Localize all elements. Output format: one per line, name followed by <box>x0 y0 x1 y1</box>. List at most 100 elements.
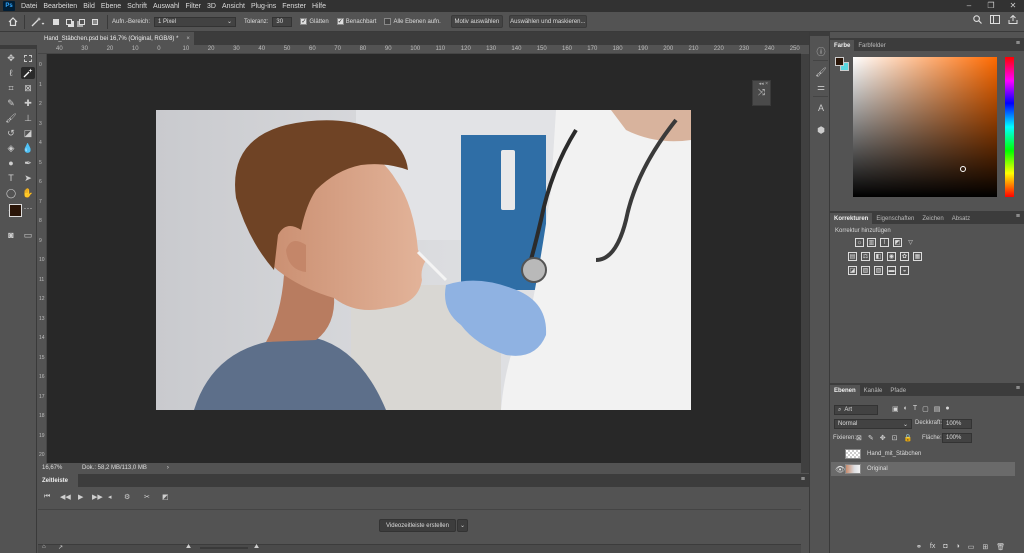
filter-adjustment-icon[interactable]: ◐ <box>904 405 908 413</box>
menu-view[interactable]: Ansicht <box>219 3 248 10</box>
zoom-in-icon[interactable]: ⛰ <box>254 544 259 551</box>
character-icon[interactable]: A <box>814 102 828 114</box>
brush-settings-icon[interactable]: 🖌 <box>814 66 828 78</box>
clone-stamp-icon[interactable]: ⊥ <box>21 112 35 124</box>
screen-mode-icon[interactable]: ▭ <box>21 229 35 241</box>
frame-icon[interactable]: ⊠ <box>21 82 35 94</box>
menu-file[interactable]: Datei <box>18 3 40 10</box>
new-layer-icon[interactable]: ⊞ <box>982 543 988 551</box>
workspace-icon[interactable] <box>990 15 1000 26</box>
color-balance-icon[interactable]: ⚖ <box>861 252 870 261</box>
next-frame-icon[interactable]: ▶▶ <box>92 493 103 501</box>
antialias-checkbox[interactable]: ✓ Glätten <box>300 18 329 25</box>
zoom-slider[interactable] <box>200 547 248 549</box>
vertical-scrollbar[interactable] <box>801 54 809 473</box>
contiguous-checkbox[interactable]: ✓ Benachbart <box>336 18 376 25</box>
prev-frame-icon[interactable]: ◀◀ <box>60 493 71 501</box>
invert-icon[interactable]: ◪ <box>848 266 857 275</box>
tab-color[interactable]: Farbe <box>830 40 855 51</box>
tab-paths[interactable]: Pfade <box>886 385 910 396</box>
type-icon[interactable]: T <box>4 172 18 184</box>
close-button[interactable]: ✕ <box>1002 0 1024 12</box>
filter-shape-icon[interactable]: ▢ <box>922 405 929 413</box>
levels-icon[interactable]: ▥ <box>867 238 876 247</box>
document-image[interactable] <box>156 110 691 410</box>
lock-pixels-icon[interactable]: ✎ <box>868 434 874 442</box>
select-subject-button[interactable]: Motiv auswählen <box>450 15 503 28</box>
panel-menu-icon[interactable]: ≡ <box>1016 40 1020 47</box>
healing-brush-icon[interactable]: ✚ <box>21 97 35 109</box>
timeline-dropdown[interactable]: ⌄ <box>457 519 468 532</box>
gradient-map-icon[interactable]: ▬ <box>887 266 896 275</box>
curves-icon[interactable]: ⌇ <box>880 238 889 247</box>
subtract-selection-icon[interactable] <box>77 15 86 28</box>
menu-filter[interactable]: Filter <box>182 3 204 10</box>
menu-select[interactable]: Auswahl <box>150 3 182 10</box>
render-icon[interactable]: ⌂ <box>42 544 46 550</box>
lock-position-icon[interactable]: ✥ <box>880 434 886 442</box>
group-icon[interactable]: ▭ <box>968 543 975 551</box>
dodge-icon[interactable]: ● <box>4 157 18 169</box>
blur-icon[interactable]: 💧 <box>21 142 35 154</box>
lasso-icon[interactable]: ℓ <box>4 67 18 79</box>
lock-artboard-icon[interactable]: ⊡ <box>892 434 898 442</box>
foreground-color-swatch[interactable] <box>9 204 22 217</box>
transition-icon[interactable]: ◩ <box>162 493 169 501</box>
layer-row[interactable]: Hand_mit_Stäbchen <box>831 447 1015 461</box>
chevron-right-icon[interactable]: › <box>167 465 169 471</box>
sample-size-select[interactable]: 1 Pixel ⌄ <box>154 16 237 27</box>
filter-smart-object-icon[interactable]: ▤ <box>934 405 941 413</box>
menu-edit[interactable]: Bearbeiten <box>40 3 80 10</box>
menu-type[interactable]: Schrift <box>124 3 150 10</box>
eyedropper-icon[interactable]: ✎ <box>4 97 18 109</box>
info-icon[interactable]: ⓘ <box>814 45 828 57</box>
hue-slider[interactable] <box>1005 57 1014 197</box>
quick-mask-icon[interactable]: ◙ <box>4 229 18 241</box>
intersect-selection-icon[interactable] <box>90 15 99 28</box>
pen-icon[interactable]: ✒ <box>21 157 35 169</box>
vibrance-icon[interactable]: ▽ <box>906 238 915 247</box>
panel-menu-icon[interactable]: ≡ <box>1016 213 1020 220</box>
eraser-icon[interactable]: ◪ <box>21 127 35 139</box>
new-selection-icon[interactable] <box>51 15 60 28</box>
tab-properties[interactable]: Eigenschaften <box>872 213 918 224</box>
marquee-icon[interactable] <box>21 52 35 64</box>
link-icon[interactable]: ⚭ <box>916 543 922 551</box>
mask-icon[interactable]: ◘ <box>943 543 947 551</box>
exposure-icon[interactable]: ◩ <box>893 238 902 247</box>
menu-help[interactable]: Hilfe <box>309 3 329 10</box>
posterize-icon[interactable]: ▨ <box>861 266 870 275</box>
tab-channels[interactable]: Kanäle <box>860 385 887 396</box>
color-lookup-icon[interactable]: ▦ <box>913 252 922 261</box>
tolerance-input[interactable]: 30 <box>272 16 293 27</box>
scissors-icon[interactable]: ✂ <box>144 493 150 501</box>
add-selection-icon[interactable] <box>64 15 73 28</box>
opacity-input[interactable]: 100% <box>942 419 972 429</box>
foreground-color-chip[interactable] <box>835 57 844 66</box>
eye-icon[interactable]: 👁 <box>835 465 845 474</box>
first-frame-icon[interactable]: ⏮ <box>44 493 50 501</box>
tab-layers[interactable]: Ebenen <box>830 385 860 396</box>
tab-paragraph[interactable]: Absatz <box>948 213 974 224</box>
fx-icon[interactable]: fx <box>930 543 935 551</box>
blend-mode-select[interactable]: Normal ⌄ <box>834 419 912 429</box>
photo-filter-icon[interactable]: ◉ <box>887 252 896 261</box>
tab-swatches[interactable]: Farbfelder <box>854 40 889 51</box>
menu-plugins[interactable]: Plug-ins <box>248 3 279 10</box>
menu-window[interactable]: Fenster <box>279 3 309 10</box>
close-tab-icon[interactable]: × <box>186 36 190 42</box>
fill-input[interactable]: 100% <box>942 433 972 443</box>
filter-type-icon[interactable]: T <box>913 405 917 413</box>
panel-menu-icon[interactable]: ≡ <box>1016 385 1020 392</box>
color-picker-cursor[interactable] <box>960 166 966 172</box>
create-video-timeline-button[interactable]: Videozeitleiste erstellen <box>379 519 456 532</box>
panel-menu-icon[interactable]: ≡ <box>801 476 805 483</box>
menu-layer[interactable]: Ebene <box>98 3 124 10</box>
maximize-button[interactable]: ❐ <box>980 0 1002 12</box>
hand-icon[interactable]: ✋ <box>21 187 35 199</box>
share-icon[interactable] <box>1008 14 1018 26</box>
paint-bucket-icon[interactable]: ◈ <box>4 142 18 154</box>
menu-image[interactable]: Bild <box>80 3 98 10</box>
layer-row[interactable]: 👁 Original <box>831 462 1015 476</box>
brightness-icon[interactable]: ☼ <box>855 238 864 247</box>
